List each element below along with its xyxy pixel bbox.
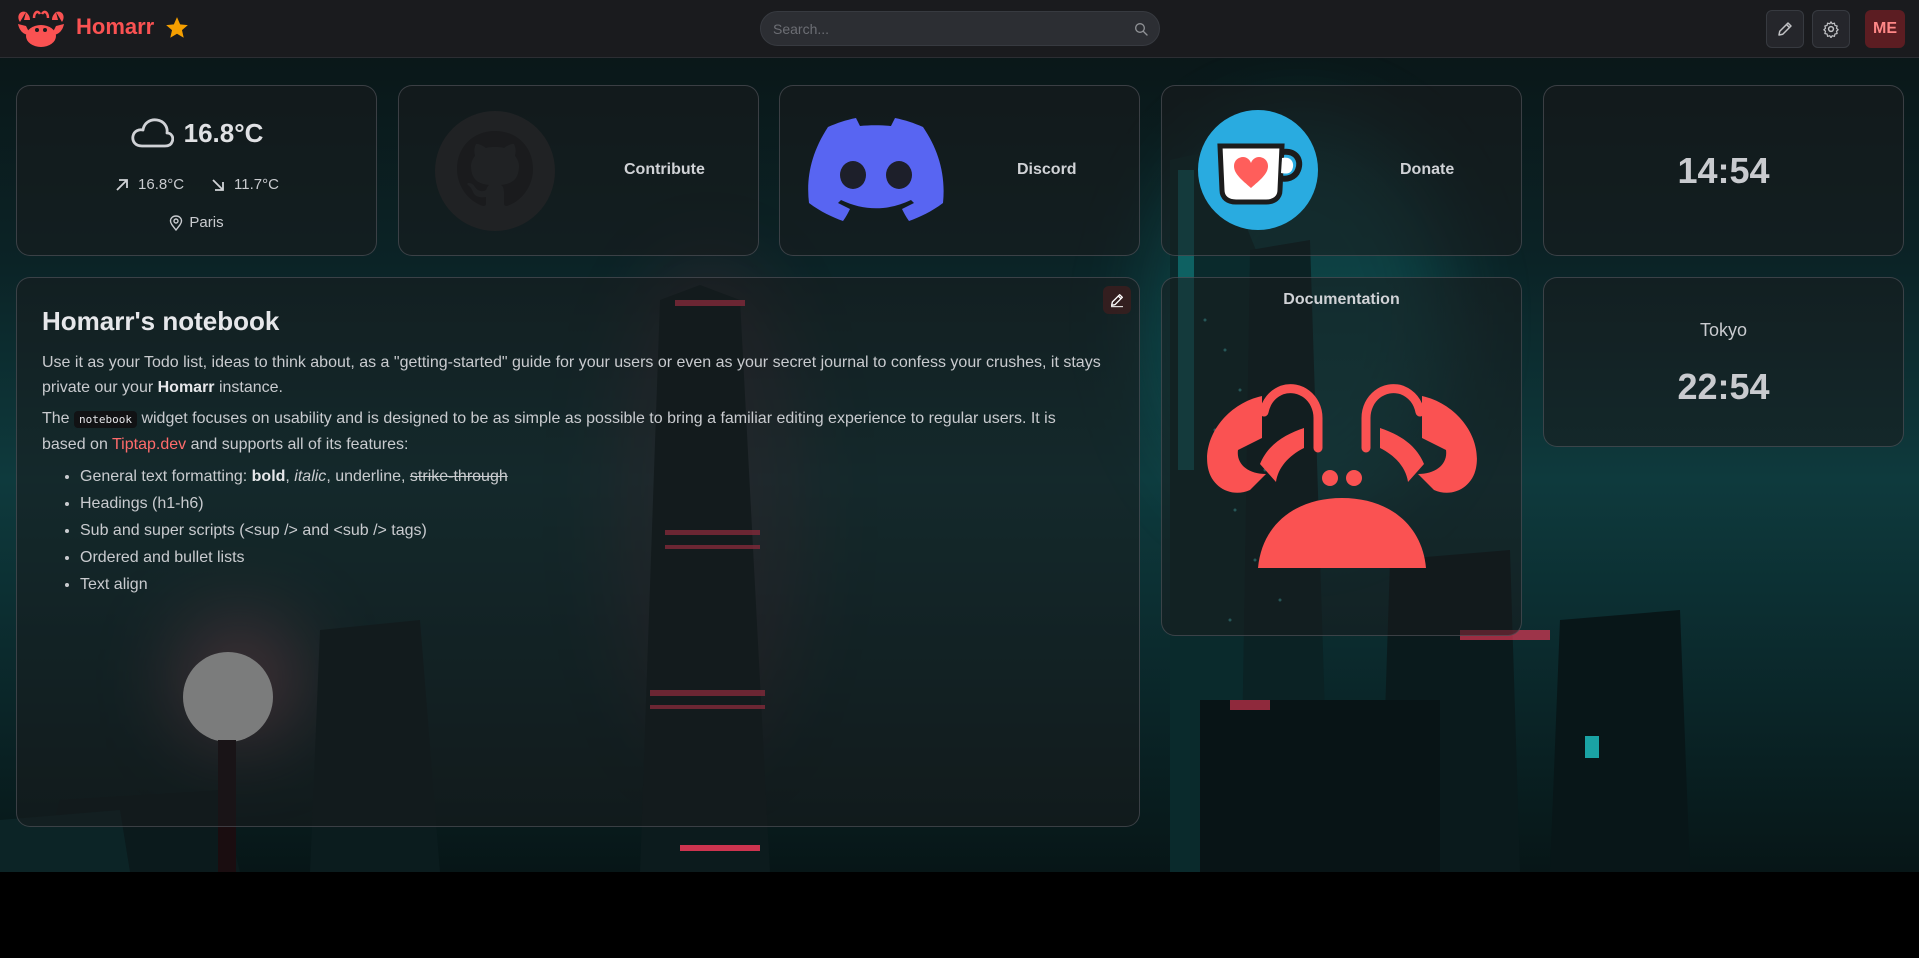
list-item: General text formatting: bold, italic, u… [80,463,1102,490]
inline-code: notebook [74,411,137,428]
app-label-documentation[interactable]: Documentation [1162,291,1521,309]
search-input[interactable] [761,12,1159,45]
weather-location-name: Paris [189,214,224,231]
brand-name: Homarr [76,14,155,39]
clock-city-tokyo: Tokyo [1699,320,1748,340]
app-tile-discord[interactable]: Discord [779,85,1140,256]
top-header: Homarr ME [0,0,1919,58]
app-tile-donate[interactable]: Donate [1161,85,1522,256]
user-avatar-button[interactable]: ME [1865,10,1905,48]
search-bar[interactable] [760,11,1160,46]
kofi-cup-icon [1198,110,1318,230]
weather-current: 16.8°C [17,116,376,150]
weather-widget: 16.8°C 16.8°C 11.7°C Paris [16,85,377,256]
app-label-discord[interactable]: Discord [1017,161,1077,179]
notebook-title: Homarr's notebook [42,306,280,336]
settings-button[interactable] [1812,10,1850,48]
notebook-feature-list: General text formatting: bold, italic, u… [80,463,1102,598]
weather-low: 11.7°C [234,176,279,193]
gear-icon [1823,21,1839,38]
weather-high: 16.8°C [138,176,185,193]
cloud-icon [131,118,174,148]
clock-widget-tokyo: Tokyo 22:54 [1543,277,1904,447]
notebook-edit-button[interactable] [1103,286,1131,314]
list-item: Headings (h1-h6) [80,490,1102,517]
list-item: Sub and super scripts (<sup /> and <sub … [80,517,1102,544]
notebook-widget: Homarr's notebook Use it as your Todo li… [16,277,1140,827]
star-icon[interactable] [164,15,190,41]
app-tile-contribute[interactable]: Contribute [398,85,759,256]
pencil-icon [1778,22,1792,36]
arrow-up-right-icon [116,178,128,191]
github-icon [435,111,555,231]
weather-temperature: 16.8°C [183,117,264,148]
clock-time-tokyo: 22:54 [1677,366,1770,407]
app-label-contribute[interactable]: Contribute [624,161,705,179]
app-tile-documentation[interactable]: Documentation [1161,277,1522,636]
list-item: Ordered and bullet lists [80,544,1102,571]
clock-widget-local: 14:54 [1543,85,1904,256]
homarr-crab-icon [1207,384,1477,568]
clock-time-local: 14:54 [1677,150,1770,191]
notebook-paragraph-2: The notebook widget focuses on usability… [42,410,1056,453]
weather-location: Paris [17,214,376,231]
discord-icon [808,118,944,221]
weather-high-low: 16.8°C 11.7°C [17,176,376,193]
notebook-content[interactable]: Use it as your Todo list, ideas to think… [42,350,1102,598]
homarr-logo-icon [18,10,64,47]
notebook-paragraph-1: Use it as your Todo list, ideas to think… [42,354,1101,396]
page-footer-area [0,872,1919,958]
list-item: Text align [80,571,1102,598]
map-pin-icon [170,214,183,231]
arrow-down-right-icon [212,178,224,191]
search-icon[interactable] [1133,21,1149,37]
app-label-donate[interactable]: Donate [1400,161,1454,179]
edit-icon [1111,294,1123,308]
tiptap-link[interactable]: Tiptap.dev [112,436,186,453]
edit-mode-button[interactable] [1766,10,1804,48]
